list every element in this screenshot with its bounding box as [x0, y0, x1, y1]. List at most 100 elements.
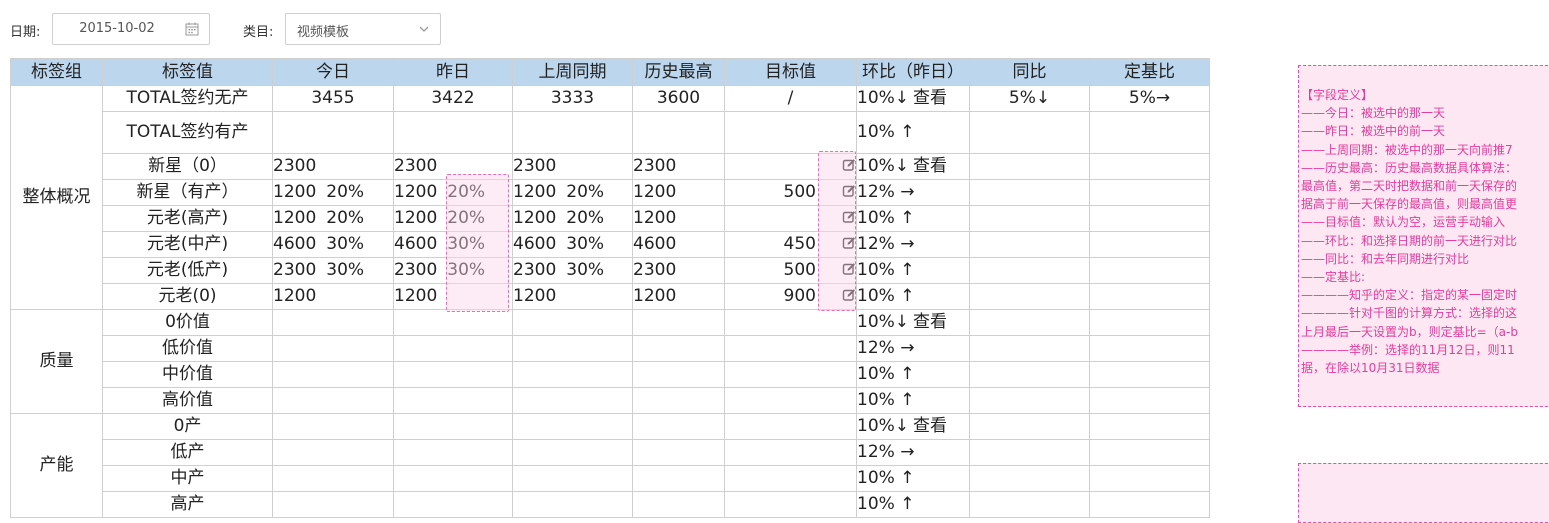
header-mom: 环比（昨日） [856, 58, 970, 86]
yoy-value [969, 231, 1090, 258]
mom-value: 10%↓ [857, 156, 910, 176]
last-week-value: 4600 30% [512, 231, 633, 258]
history-max-value: 4600 [632, 231, 725, 258]
table-row: 元老(0) 1200 1200 1200 1200 900 10% ↑ [11, 283, 1210, 310]
yesterday-count: 1200 [394, 182, 438, 202]
note-line: ——上周同期：被选中的那一天向前推7 [1301, 142, 1513, 157]
target-value: 500 [724, 257, 857, 284]
note-line: ——同比：和去年同期进行对比 [1301, 251, 1470, 266]
edit-icon[interactable] [842, 184, 856, 198]
last-week-value [512, 111, 633, 154]
target-value: 900 [724, 283, 857, 310]
view-link[interactable]: 查看 [913, 416, 947, 436]
yoy-value [969, 283, 1090, 310]
table-row: 新星（0） 2300 2300 2300 2300 10%↓ 查看 [11, 153, 1210, 180]
yoy-value [969, 179, 1090, 206]
edit-icon[interactable] [842, 158, 856, 172]
row-label: 元老(低产) [102, 257, 273, 284]
calendar-icon[interactable] [185, 22, 199, 36]
row-label: 低产 [102, 439, 273, 466]
yesterday-value: 2300 30% [393, 257, 513, 284]
metrics-table: 标签组 标签值 今日 昨日 上周同期 历史最高 目标值 环比（昨日） 同比 定基… [10, 58, 1210, 518]
category-value: 视频模板 [297, 25, 350, 40]
yesterday-value: 1200 20% [393, 205, 513, 232]
group-quality: 质量 [10, 309, 103, 414]
target-value: / [724, 85, 857, 112]
yesterday-value: 2300 [393, 153, 513, 180]
yesterday-count: 4600 [394, 234, 438, 254]
header-yesterday: 昨日 [393, 58, 513, 86]
mom-value: 10% ↑ [856, 387, 970, 414]
today-count: 4600 [273, 234, 317, 254]
note-line: 【字段定义】 [1301, 88, 1374, 102]
row-label: 低价值 [102, 335, 273, 362]
yoy-value [969, 205, 1090, 232]
yesterday-value [393, 111, 513, 154]
secondary-note [1298, 463, 1549, 523]
edit-icon[interactable] [842, 288, 856, 302]
header-history-max: 历史最高 [632, 58, 725, 86]
row-label: 0产 [102, 413, 273, 440]
fixed-base-value: 5%→ [1089, 85, 1210, 112]
note-line: ——昨日：被选中的前一天 [1301, 124, 1446, 139]
fixed-base-value [1089, 111, 1210, 154]
yoy-value [969, 153, 1090, 180]
header-fixed-base: 定基比 [1089, 58, 1210, 86]
fixed-base-value [1089, 283, 1210, 310]
mom-value: 10%↓ [857, 88, 910, 108]
view-link[interactable]: 查看 [913, 88, 947, 108]
mom-value: 12% → [856, 439, 970, 466]
last-week-count: 4600 [513, 234, 557, 254]
table-row: 中价值 10% ↑ [11, 361, 1210, 388]
yesterday-value: 4600 30% [393, 231, 513, 258]
chevron-down-icon [419, 26, 429, 32]
yesterday-value: 1200 20% [393, 179, 513, 206]
last-week-percent: 30% [566, 260, 605, 280]
date-picker[interactable]: 2015-10-02 [52, 13, 210, 45]
last-week-value: 2300 30% [512, 257, 633, 284]
note-line: ————举例：选择的11月12日，则11 [1301, 342, 1515, 357]
last-week-percent: 20% [566, 182, 605, 202]
target-number: 450 [783, 234, 816, 254]
yoy-value [969, 257, 1090, 284]
history-max-value: 2300 [632, 153, 725, 180]
note-line: 据高于前一天保存的最高值，则最高值更 [1301, 197, 1518, 212]
yesterday-value: 1200 [393, 283, 513, 310]
target-value [724, 205, 857, 232]
today-count: 1200 [273, 182, 317, 202]
category-label: 类目: [243, 25, 274, 40]
last-week-count: 2300 [513, 260, 557, 280]
yesterday-value: 3422 [393, 85, 513, 112]
group-overall: 整体概况 [10, 85, 103, 310]
note-line: ——定基比: [1301, 270, 1366, 285]
category-select[interactable]: 视频模板 [285, 13, 441, 45]
view-link[interactable]: 查看 [913, 156, 947, 176]
last-week-count: 1200 [513, 182, 557, 202]
fixed-base-value [1089, 179, 1210, 206]
last-week-value: 1200 [512, 283, 633, 310]
today-value: 2300 30% [272, 257, 394, 284]
last-week-value: 2300 [512, 153, 633, 180]
edit-icon[interactable] [842, 210, 856, 224]
view-link[interactable]: 查看 [913, 312, 947, 332]
header-today: 今日 [272, 58, 394, 86]
yesterday-percent: 20% [447, 182, 486, 202]
target-value: 450 [724, 231, 857, 258]
mom-value: 12% → [856, 335, 970, 362]
edit-icon[interactable] [842, 236, 856, 250]
row-label: TOTAL签约有产 [102, 111, 273, 154]
history-max-value: 1200 [632, 283, 725, 310]
edit-icon[interactable] [842, 262, 856, 276]
table-row: 中产 10% ↑ [11, 465, 1210, 492]
mom-value: 10% ↑ [856, 257, 970, 284]
mom-value: 10%↓ [857, 312, 910, 332]
yesterday-count: 1200 [394, 208, 438, 228]
mom-value: 10% ↑ [856, 465, 970, 492]
last-week-value: 1200 20% [512, 205, 633, 232]
last-week-percent: 20% [566, 208, 605, 228]
today-value: 3455 [272, 85, 394, 112]
target-number: 500 [783, 182, 816, 202]
target-number: 500 [783, 260, 816, 280]
row-label: 0价值 [102, 309, 273, 336]
table-row: 整体概况 TOTAL签约无产 3455 3422 3333 3600 / 10%… [10, 85, 1210, 310]
